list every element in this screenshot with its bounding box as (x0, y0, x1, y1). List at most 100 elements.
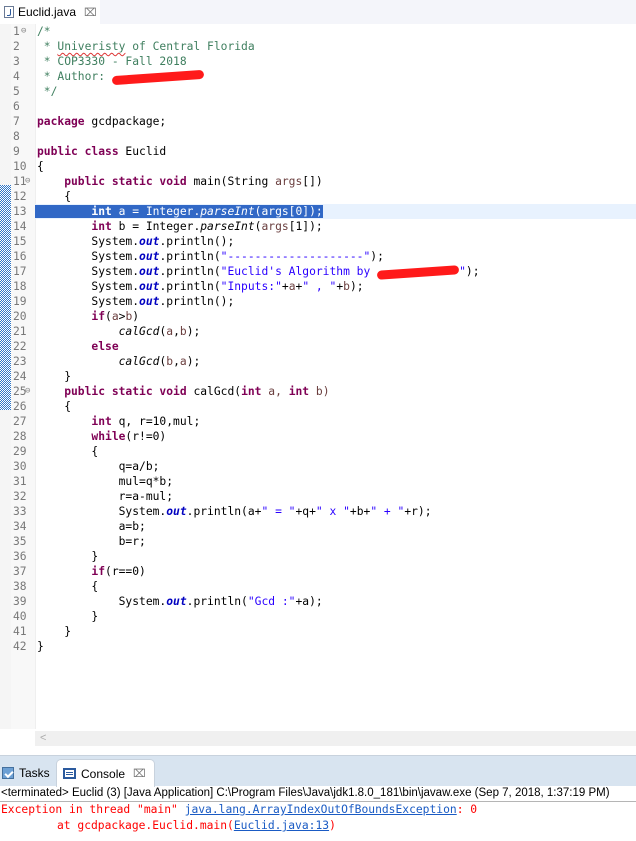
line-number: 26 (13, 400, 27, 413)
code-line: 23 calGcd(b,a); (13, 355, 201, 368)
scroll-left-arrow-icon[interactable]: < (40, 731, 46, 746)
code-line: 20 if(a>b) (13, 310, 140, 323)
line-number: 4 (13, 70, 20, 83)
tab-tasks[interactable]: Tasks (2, 759, 50, 786)
code-line: 40 } (13, 610, 99, 623)
line-number: 20 (13, 310, 27, 323)
code-line: 26 { (13, 400, 72, 413)
line-number: 24 (13, 370, 27, 383)
code-line: 27 int q, r=10,mul; (13, 415, 201, 428)
code-line: 37 if(r==0) (13, 565, 146, 578)
line-number: 25 (13, 385, 27, 398)
code-line: 22 else (13, 340, 119, 353)
line-number: 22 (13, 340, 27, 353)
code-line: 15 System.out.println(); (13, 235, 235, 248)
quick-diff-change-bar (0, 185, 11, 410)
code-line: 6 (13, 99, 636, 114)
stacktrace-source-link[interactable]: Euclid.java:13 (234, 819, 329, 832)
line-number: 36 (13, 550, 27, 563)
selected-text[interactable]: int a = Integer.parseInt(args[0]); (35, 205, 323, 218)
editor-tab-bar: Euclid.java ⌧ (0, 0, 636, 24)
line-number: 6 (13, 100, 20, 113)
console-output[interactable]: Exception in thread "main" java.lang.Arr… (0, 802, 636, 834)
console-process-status: <terminated> Euclid (3) [Java Applicatio… (0, 785, 636, 802)
code-line: 30 q=a/b; (13, 460, 160, 473)
code-line: 9 public class Euclid (13, 145, 167, 158)
code-line: 4 * Author: (13, 69, 636, 85)
console-tab-bar: Tasks Console ⌧ (0, 755, 636, 787)
tasks-icon (2, 766, 14, 779)
line-number: 15 (13, 235, 27, 248)
code-line: 11 ⊖ public static void main(String args[… (13, 175, 323, 188)
console-line: Exception in thread "main" java.lang.Arr… (1, 803, 478, 816)
code-line: 14 int b = Integer.parseInt(args[1]); (13, 220, 323, 233)
line-number: 42 (13, 640, 27, 653)
code-line: 2 * Univeristy of Central Florida (13, 40, 255, 53)
line-number: 19 (13, 295, 27, 308)
line-number: 30 (13, 460, 27, 473)
tab-console[interactable]: Console ⌧ (56, 759, 155, 787)
line-number: 8 (13, 130, 20, 143)
code-line: 33 System.out.println(a+" = "+q+" x "+b+… (13, 505, 432, 518)
code-line: 21 calGcd(a,b); (13, 325, 201, 338)
code-line: 18 System.out.println("Inputs:"+a+" , "+… (13, 280, 364, 293)
exception-link[interactable]: java.lang.ArrayIndexOutOfBoundsException (185, 803, 457, 816)
line-number: 16 (13, 250, 27, 263)
fold-collapse-icon[interactable]: ⊖ (25, 384, 30, 399)
line-number: 34 (13, 520, 27, 533)
code-line: 38 { (13, 580, 99, 593)
line-number: 32 (13, 490, 27, 503)
tab-tasks-label: Tasks (19, 765, 50, 780)
code-line: 1 ⊖/* (13, 25, 51, 38)
line-number: 28 (13, 430, 27, 443)
fold-collapse-icon[interactable]: ⊖ (25, 174, 30, 189)
line-number: 2 (13, 40, 20, 53)
line-number: 7 (13, 115, 20, 128)
line-number: 40 (13, 610, 27, 623)
line-number: 5 (13, 85, 20, 98)
fold-collapse-icon[interactable]: ⊖ (21, 24, 26, 39)
java-file-icon (4, 6, 14, 18)
code-editor[interactable]: 1 ⊖/* 2 * Univeristy of Central Florida 3… (0, 24, 636, 746)
code-line: 41 } (13, 625, 72, 638)
code-area[interactable]: 1 ⊖/* 2 * Univeristy of Central Florida 3… (13, 24, 636, 654)
line-number: 11 (13, 175, 27, 188)
tab-console-label: Console (81, 766, 126, 781)
code-line: 17 System.out.println("Euclid's Algorith… (13, 264, 480, 280)
line-number: 17 (13, 265, 27, 278)
code-line: 24 } (13, 370, 72, 383)
editor-tab-label: Euclid.java (18, 5, 77, 19)
code-line: 12 { (13, 190, 72, 203)
close-tab-icon[interactable]: ⌧ (84, 6, 97, 19)
line-number: 3 (13, 55, 20, 68)
code-line: 39 System.out.println("Gcd :"+a); (13, 595, 323, 608)
line-number: 31 (13, 475, 27, 488)
line-number: 13 (13, 205, 27, 218)
code-line: 31 mul=q*b; (13, 475, 174, 488)
code-line: 10{ (13, 160, 44, 173)
current-line: 13 int a = Integer.parseInt(args[0]); (13, 204, 636, 219)
code-line: 8 (13, 129, 636, 144)
close-console-icon[interactable]: ⌧ (133, 767, 146, 780)
code-line: 3 * COP3330 - Fall 2018 (13, 55, 187, 68)
line-number: 37 (13, 565, 27, 578)
code-line: 25 ⊖ public static void calGcd(int a, int… (13, 385, 330, 398)
redacted-author (111, 69, 205, 85)
line-number: 38 (13, 580, 27, 593)
line-number: 33 (13, 505, 27, 518)
line-number: 27 (13, 415, 27, 428)
spelling-error: Univeristy (57, 40, 126, 53)
code-line: 36 } (13, 550, 99, 563)
redacted-author-name (376, 264, 460, 280)
code-line: 34 a=b; (13, 520, 146, 533)
editor-tab-euclid-java[interactable]: Euclid.java ⌧ (0, 0, 100, 24)
line-number: 39 (13, 595, 27, 608)
code-line: 28 while(r!=0) (13, 430, 167, 443)
line-number: 18 (13, 280, 27, 293)
line-number: 21 (13, 325, 27, 338)
line-number: 10 (13, 160, 27, 173)
code-line: 29 { (13, 445, 99, 458)
code-line: 19 System.out.println(); (13, 295, 235, 308)
horizontal-scrollbar[interactable]: < (35, 731, 636, 746)
console-icon (63, 768, 76, 779)
